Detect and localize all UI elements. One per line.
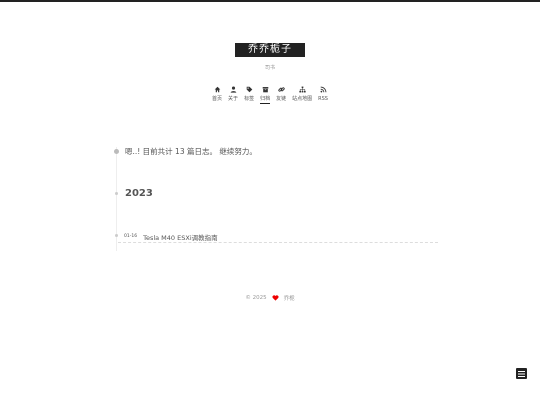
archive-icon [262,87,268,93]
home-icon [214,86,220,93]
nav-label: 首页 [212,96,223,102]
nav-label: 友链 [276,96,287,102]
nav-item-about[interactable]: 关于 [228,86,238,104]
footer-copyright: © 2025 [245,295,267,301]
nav-label: 关于 [228,96,239,102]
nav-label: RSS [318,96,328,102]
user-icon [230,86,236,93]
archive-summary: 嗯..! 目前共计 13 篇日志。 继续努力。 [125,147,257,156]
footer: © 2025 乔栀 [0,294,540,302]
menu-icon [518,370,525,377]
link-icon [277,87,285,92]
tags-icon [246,86,252,93]
heart-icon [272,295,279,301]
nav-label: 站点地图 [292,96,313,102]
top-bar [0,0,540,2]
timeline-dot [115,192,118,195]
main-nav: 首页 关于 标签 归档 友链 站点地图 RSS [0,86,540,104]
nav-item-sitemap[interactable]: 站点地图 [292,86,312,104]
post-date: 01-16 [124,234,138,239]
timeline-dot [114,149,119,154]
post-row: 01-16 Tesla M40 ESXi调教指南 [118,231,438,243]
nav-label: 标签 [244,96,255,102]
post-title-link[interactable]: Tesla M40 ESXi调教指南 [143,232,218,242]
nav-item-tags[interactable]: 标签 [244,86,254,104]
nav-item-home[interactable]: 首页 [212,86,222,104]
nav-item-rss[interactable]: RSS [318,86,328,104]
site-subtitle: 司书 [264,65,275,71]
footer-author: 乔栀 [283,296,295,302]
nav-label: 归档 [260,96,271,104]
rss-icon [320,86,326,93]
nav-item-links[interactable]: 友链 [276,86,286,104]
sidebar-toggle-button[interactable] [516,368,527,379]
site-title[interactable]: 乔乔栀子 [235,43,305,57]
nav-item-archive[interactable]: 归档 [260,86,271,104]
sitemap-icon [298,86,306,93]
archive-year: 2023 [125,188,153,199]
